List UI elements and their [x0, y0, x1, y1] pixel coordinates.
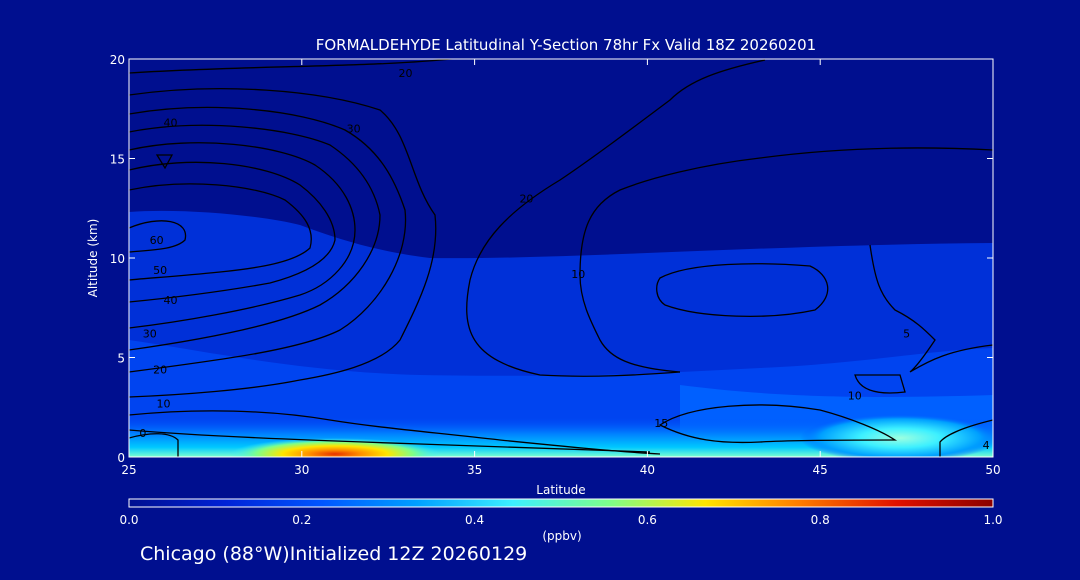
x-tick-label: 25: [121, 463, 136, 477]
chart-figure: FORMALDEHYDE Latitudinal Y-Section 78hr …: [0, 0, 1080, 576]
contour-label: 30: [347, 123, 361, 136]
x-tick-label: 40: [640, 463, 655, 477]
colorbar-tick-label: 0.0: [119, 513, 138, 527]
contour-label: 30: [143, 328, 157, 341]
colorbar-ticks: 0.0 0.2 0.4 0.6 0.8 1.0: [119, 513, 1002, 527]
contour-label: 40: [163, 294, 177, 307]
x-tick-label: 45: [813, 463, 828, 477]
contour-label: 60: [150, 234, 164, 247]
x-tick-label: 50: [985, 463, 1000, 477]
field-north-max: [800, 414, 993, 457]
y-tick-label: 0: [117, 451, 125, 465]
contour-label: 10: [157, 397, 171, 410]
contour-label: 20: [519, 192, 533, 205]
y-tick-label: 5: [117, 352, 125, 366]
contour-label: 10: [848, 389, 862, 402]
colorbar: [128, 498, 994, 508]
colorbar-tick-label: 1.0: [983, 513, 1002, 527]
x-tick-label: 35: [467, 463, 482, 477]
x-tick-label: 30: [294, 463, 309, 477]
colorbar-tick-label: 0.4: [465, 513, 484, 527]
y-tick-label: 15: [110, 153, 125, 167]
y-axis-label: Altitude (km): [86, 219, 100, 298]
contour-label: 50: [153, 264, 167, 277]
chart-svg: FORMALDEHYDE Latitudinal Y-Section 78hr …: [86, 36, 1003, 543]
colorbar-tick-label: 0.6: [638, 513, 657, 527]
chart-title: FORMALDEHYDE Latitudinal Y-Section 78hr …: [316, 36, 816, 54]
contour-label: 20: [153, 363, 167, 376]
contour-label: 15: [654, 417, 668, 430]
plot-area: 20 30 40 60 50 40 30 20 10 0 20 10 5 10 15 4: [129, 59, 993, 457]
contour-label: 20: [398, 67, 412, 80]
contour-label: 0: [139, 427, 146, 440]
colorbar-tick-label: 0.8: [811, 513, 830, 527]
contour-label: 10: [571, 268, 585, 281]
y-tick-label: 20: [110, 53, 125, 67]
contour-label: 4: [983, 439, 990, 452]
x-axis-label: Latitude: [536, 483, 585, 497]
initialization-label: Chicago (88°W)Initialized 12Z 20260129: [140, 543, 528, 565]
contour-label: 5: [903, 328, 910, 341]
colorbar-unit-label: (ppbv): [542, 529, 581, 543]
y-tick-label: 10: [110, 252, 125, 266]
field-core-max: [230, 438, 440, 457]
colorbar-tick-label: 0.2: [292, 513, 311, 527]
contour-label: 40: [163, 117, 177, 130]
